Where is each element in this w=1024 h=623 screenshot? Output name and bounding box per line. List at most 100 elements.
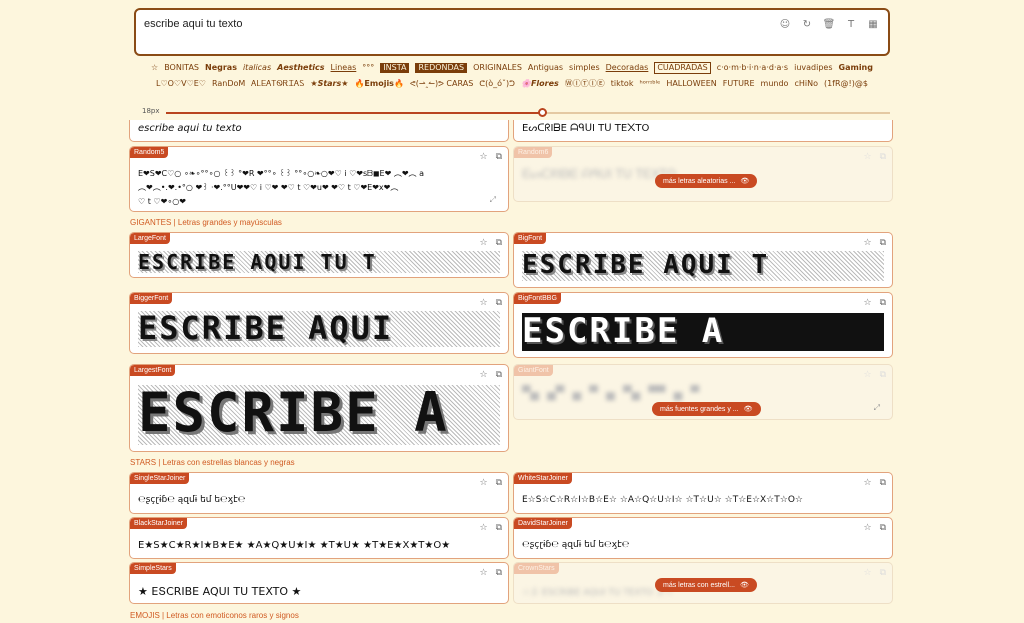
favorite-star-icon[interactable]: ☆ [479, 568, 487, 578]
category-link-14[interactable]: c·o·m·b·i·n·a·d·a·s [717, 60, 788, 76]
font-sample[interactable]: ★ EՏCRIBE AQUI TU TEXTO ★ [138, 585, 500, 598]
favorite-star-icon[interactable]: ☆ [479, 298, 487, 308]
category-link-4[interactable]: Aesthetics [277, 60, 324, 76]
category-link-5[interactable]: Lineas [331, 60, 357, 76]
font-card-random5[interactable]: Random5 ☆ ⧉ E❤S❤C♡○ ∘❧∘°°∘○ ꒰꒱ °❤R ❤°°∘ ꒰… [129, 146, 509, 212]
copy-icon[interactable]: ⧉ [880, 478, 886, 488]
font-sample[interactable]: ESCRIBE AQUI T [522, 250, 884, 280]
category-link-11[interactable]: simples [569, 60, 600, 76]
copy-icon[interactable]: ⧉ [880, 298, 886, 308]
category-link-20[interactable]: ★Stars★ [310, 76, 348, 92]
category-link-8[interactable]: REDONDAS [415, 63, 468, 73]
font-name-tag: BigFontBBG [514, 293, 561, 304]
more-big-fonts-button[interactable]: más fuentes grandes y ... 👁 [652, 402, 761, 416]
font-sample[interactable]: ESCRIBE AQUI TU T [138, 250, 500, 274]
refresh-icon[interactable]: ↻ [800, 17, 814, 31]
category-link-28[interactable]: HALLOWEEN [666, 76, 716, 92]
favorite-star-icon[interactable]: ☆ [479, 238, 487, 248]
font-sample[interactable]: E☆S☆C☆R☆I☆B☆E☆ ☆A☆Q☆U☆I☆ ☆T☆U☆ ☆T☆E☆X☆T☆… [522, 495, 884, 505]
copy-icon[interactable]: ⧉ [496, 298, 502, 308]
copy-icon[interactable]: ⧉ [496, 370, 502, 380]
font-card-whitestarjoiner[interactable]: WhiteStarJoiner ☆ ⧉ E☆S☆C☆R☆I☆B☆E☆ ☆A☆Q☆U… [513, 472, 893, 514]
font-sample[interactable]: E❤S❤C♡○ ∘❧∘°°∘○ ꒰꒱ °❤R ❤°°∘ ꒰꒱ °°∘○❧○❤♡ … [138, 167, 500, 209]
trash-icon[interactable]: 🗑 [822, 17, 836, 31]
font-card-partial-left[interactable]: escribe aqui tu texto [129, 120, 509, 142]
copy-icon[interactable]: ⧉ [496, 568, 502, 578]
more-random-fonts-button[interactable]: más letras aleatorias ... 👁 [655, 174, 758, 188]
grid-icon[interactable]: ▦ [866, 17, 880, 31]
copy-icon[interactable]: ⧉ [880, 238, 886, 248]
category-link-27[interactable]: ʰᵒʳʳᶦᵇˡᵉ [639, 76, 660, 92]
category-link-16[interactable]: Gaming [839, 60, 873, 76]
category-link-31[interactable]: cHiNo [794, 76, 818, 92]
category-link-2[interactable]: Negras [205, 60, 237, 76]
font-sample[interactable]: ESCRIBE AQUI [138, 309, 500, 347]
category-link-29[interactable]: FUTURE [723, 76, 755, 92]
font-card-bigfont[interactable]: BigFont ☆ ⧉ ESCRIBE AQUI T [513, 232, 893, 288]
category-link-17[interactable]: L♡O♡V♡E♡ [156, 76, 206, 92]
category-link-13[interactable]: CUADRADAS [654, 62, 711, 74]
eye-icon: 👁 [740, 178, 750, 185]
category-link-7[interactable]: INSTA [380, 63, 410, 73]
section-title-stars: STARS | Letras con estrellas blancas y n… [130, 458, 295, 467]
category-link-24[interactable]: 🌸Flores [521, 76, 559, 92]
input-toolbar: ☺ ↻ 🗑 T ▦ [778, 17, 880, 31]
font-card-largestfont[interactable]: LargestFont ☆ ⧉ ESCRIBE A [129, 364, 509, 452]
favorite-star-icon[interactable]: ☆ [479, 523, 487, 533]
font-card-largefont[interactable]: LargeFont ☆ ⧉ ESCRIBE AQUI TU T [129, 232, 509, 278]
emoji-icon[interactable]: ☺ [778, 17, 792, 31]
font-card-partial-right[interactable]: ΕᔕᑕᖇIᗷΕ ᗩᑫᑌI Tᑌ TΕ᙭TO [513, 120, 893, 142]
category-link-19[interactable]: ᎪᏞᎬᎪᎢᏫᎡᏆᎪᏚ [251, 76, 304, 92]
expand-icon[interactable]: ⤢ [490, 195, 496, 205]
category-link-12[interactable]: Decoradas [606, 60, 649, 76]
copy-icon[interactable]: ⧉ [880, 523, 886, 533]
slider-track[interactable] [166, 108, 890, 117]
category-link-25[interactable]: ⓌⒾⓉⒾⒺ [565, 76, 605, 92]
text-input[interactable]: escribe aqui tu texto ☺ ↻ 🗑 T ▦ [134, 8, 890, 56]
font-sample[interactable]: ESCRIBE A [138, 381, 500, 444]
category-link-10[interactable]: Antiguas [528, 60, 563, 76]
category-link-26[interactable]: tiktok [611, 76, 634, 92]
copy-icon[interactable]: ⧉ [496, 152, 502, 162]
font-sample[interactable]: ΕᔕᑕᖇIᗷΕ ᗩᑫᑌI Tᑌ TΕ᙭TO [522, 123, 884, 134]
copy-icon[interactable]: ⧉ [496, 238, 502, 248]
copy-icon[interactable]: ⧉ [496, 478, 502, 488]
category-link-18[interactable]: RanDoM [212, 76, 245, 92]
category-link-6[interactable]: °°° [362, 60, 374, 76]
copy-icon[interactable]: ⧉ [496, 523, 502, 533]
favorite-star-icon[interactable]: ☆ [863, 478, 871, 488]
font-card-blackstarjoiner[interactable]: BlackStarJoiner ☆ ⧉ E★S★C★R★I★B★E★ ★A★Q★U… [129, 517, 509, 559]
font-sample[interactable]: ESCRIBE A [522, 311, 884, 351]
favorite-star-icon[interactable]: ☆ [863, 238, 871, 248]
font-card-davidstarjoiner[interactable]: DavidStarJoiner ☆ ⧉ ℮ʂçɽɨɓ℮ ąզմɨ եմ ե℮ӽէ℮ [513, 517, 893, 559]
font-card-biggerfont[interactable]: BiggerFont ☆ ⧉ ESCRIBE AQUI [129, 292, 509, 354]
font-size-slider[interactable]: 18px [134, 107, 890, 119]
text-size-icon[interactable]: T [844, 17, 858, 31]
font-card-bigfontbbg[interactable]: BigFontBBG ☆ ⧉ ESCRIBE A [513, 292, 893, 358]
category-link-3[interactable]: italicas [243, 60, 271, 76]
slider-handle[interactable] [538, 108, 548, 117]
category-nav: ☆ BONITAS Negras italicas Aesthetics Lineas °°… [134, 60, 890, 92]
font-card-simplestars[interactable]: SimpleStars ☆ ⧉ ★ EՏCRIBE AQUI TU TEXTO ★ [129, 562, 509, 604]
favorite-star-icon[interactable]: ☆ [479, 370, 487, 380]
font-card-singlestarjoiner[interactable]: SingleStarJoiner ☆ ⧉ ℮ʂçɽɨɓ℮ ąզմɨ եմ ե℮ӽէ… [129, 472, 509, 514]
category-link-1[interactable]: BONITAS [164, 60, 199, 76]
font-sample[interactable]: ℮ʂçɽɨɓ℮ ąզմɨ եմ ե℮ӽէ℮ [138, 495, 500, 505]
more-star-fonts-button[interactable]: más letras con estrell... 👁 [655, 578, 757, 592]
favorite-star-icon[interactable]: ☆ [479, 478, 487, 488]
category-link-30[interactable]: mundo [761, 76, 789, 92]
category-link-32[interactable]: (1fR@!)@$ [824, 76, 868, 92]
category-link-23[interactable]: ᕦ(ò_óˇ)ᕤ [479, 76, 515, 92]
favorite-star-icon[interactable]: ☆ [863, 523, 871, 533]
font-sample[interactable]: ℮ʂçɽɨɓ℮ ąզմɨ եմ ե℮ӽէ℮ [522, 540, 884, 550]
favorite-star-icon[interactable]: ☆ [863, 298, 871, 308]
text-input-value[interactable]: escribe aqui tu texto [144, 18, 242, 30]
category-link-0[interactable]: ☆ [151, 60, 158, 76]
font-sample[interactable]: escribe aqui tu texto [138, 123, 500, 134]
favorite-star-icon[interactable]: ☆ [479, 152, 487, 162]
category-link-15[interactable]: iuvadipes [794, 60, 832, 76]
font-sample[interactable]: E★S★C★R★I★B★E★ ★A★Q★U★I★ ★T★U★ ★T★E★X★T★… [138, 540, 500, 551]
category-link-22[interactable]: ᕙ(⇀‸↼)ᕗ CARAS [410, 76, 473, 92]
category-link-9[interactable]: ORIGINALES [473, 60, 522, 76]
category-link-21[interactable]: 🔥Emojis🔥 [354, 76, 403, 92]
